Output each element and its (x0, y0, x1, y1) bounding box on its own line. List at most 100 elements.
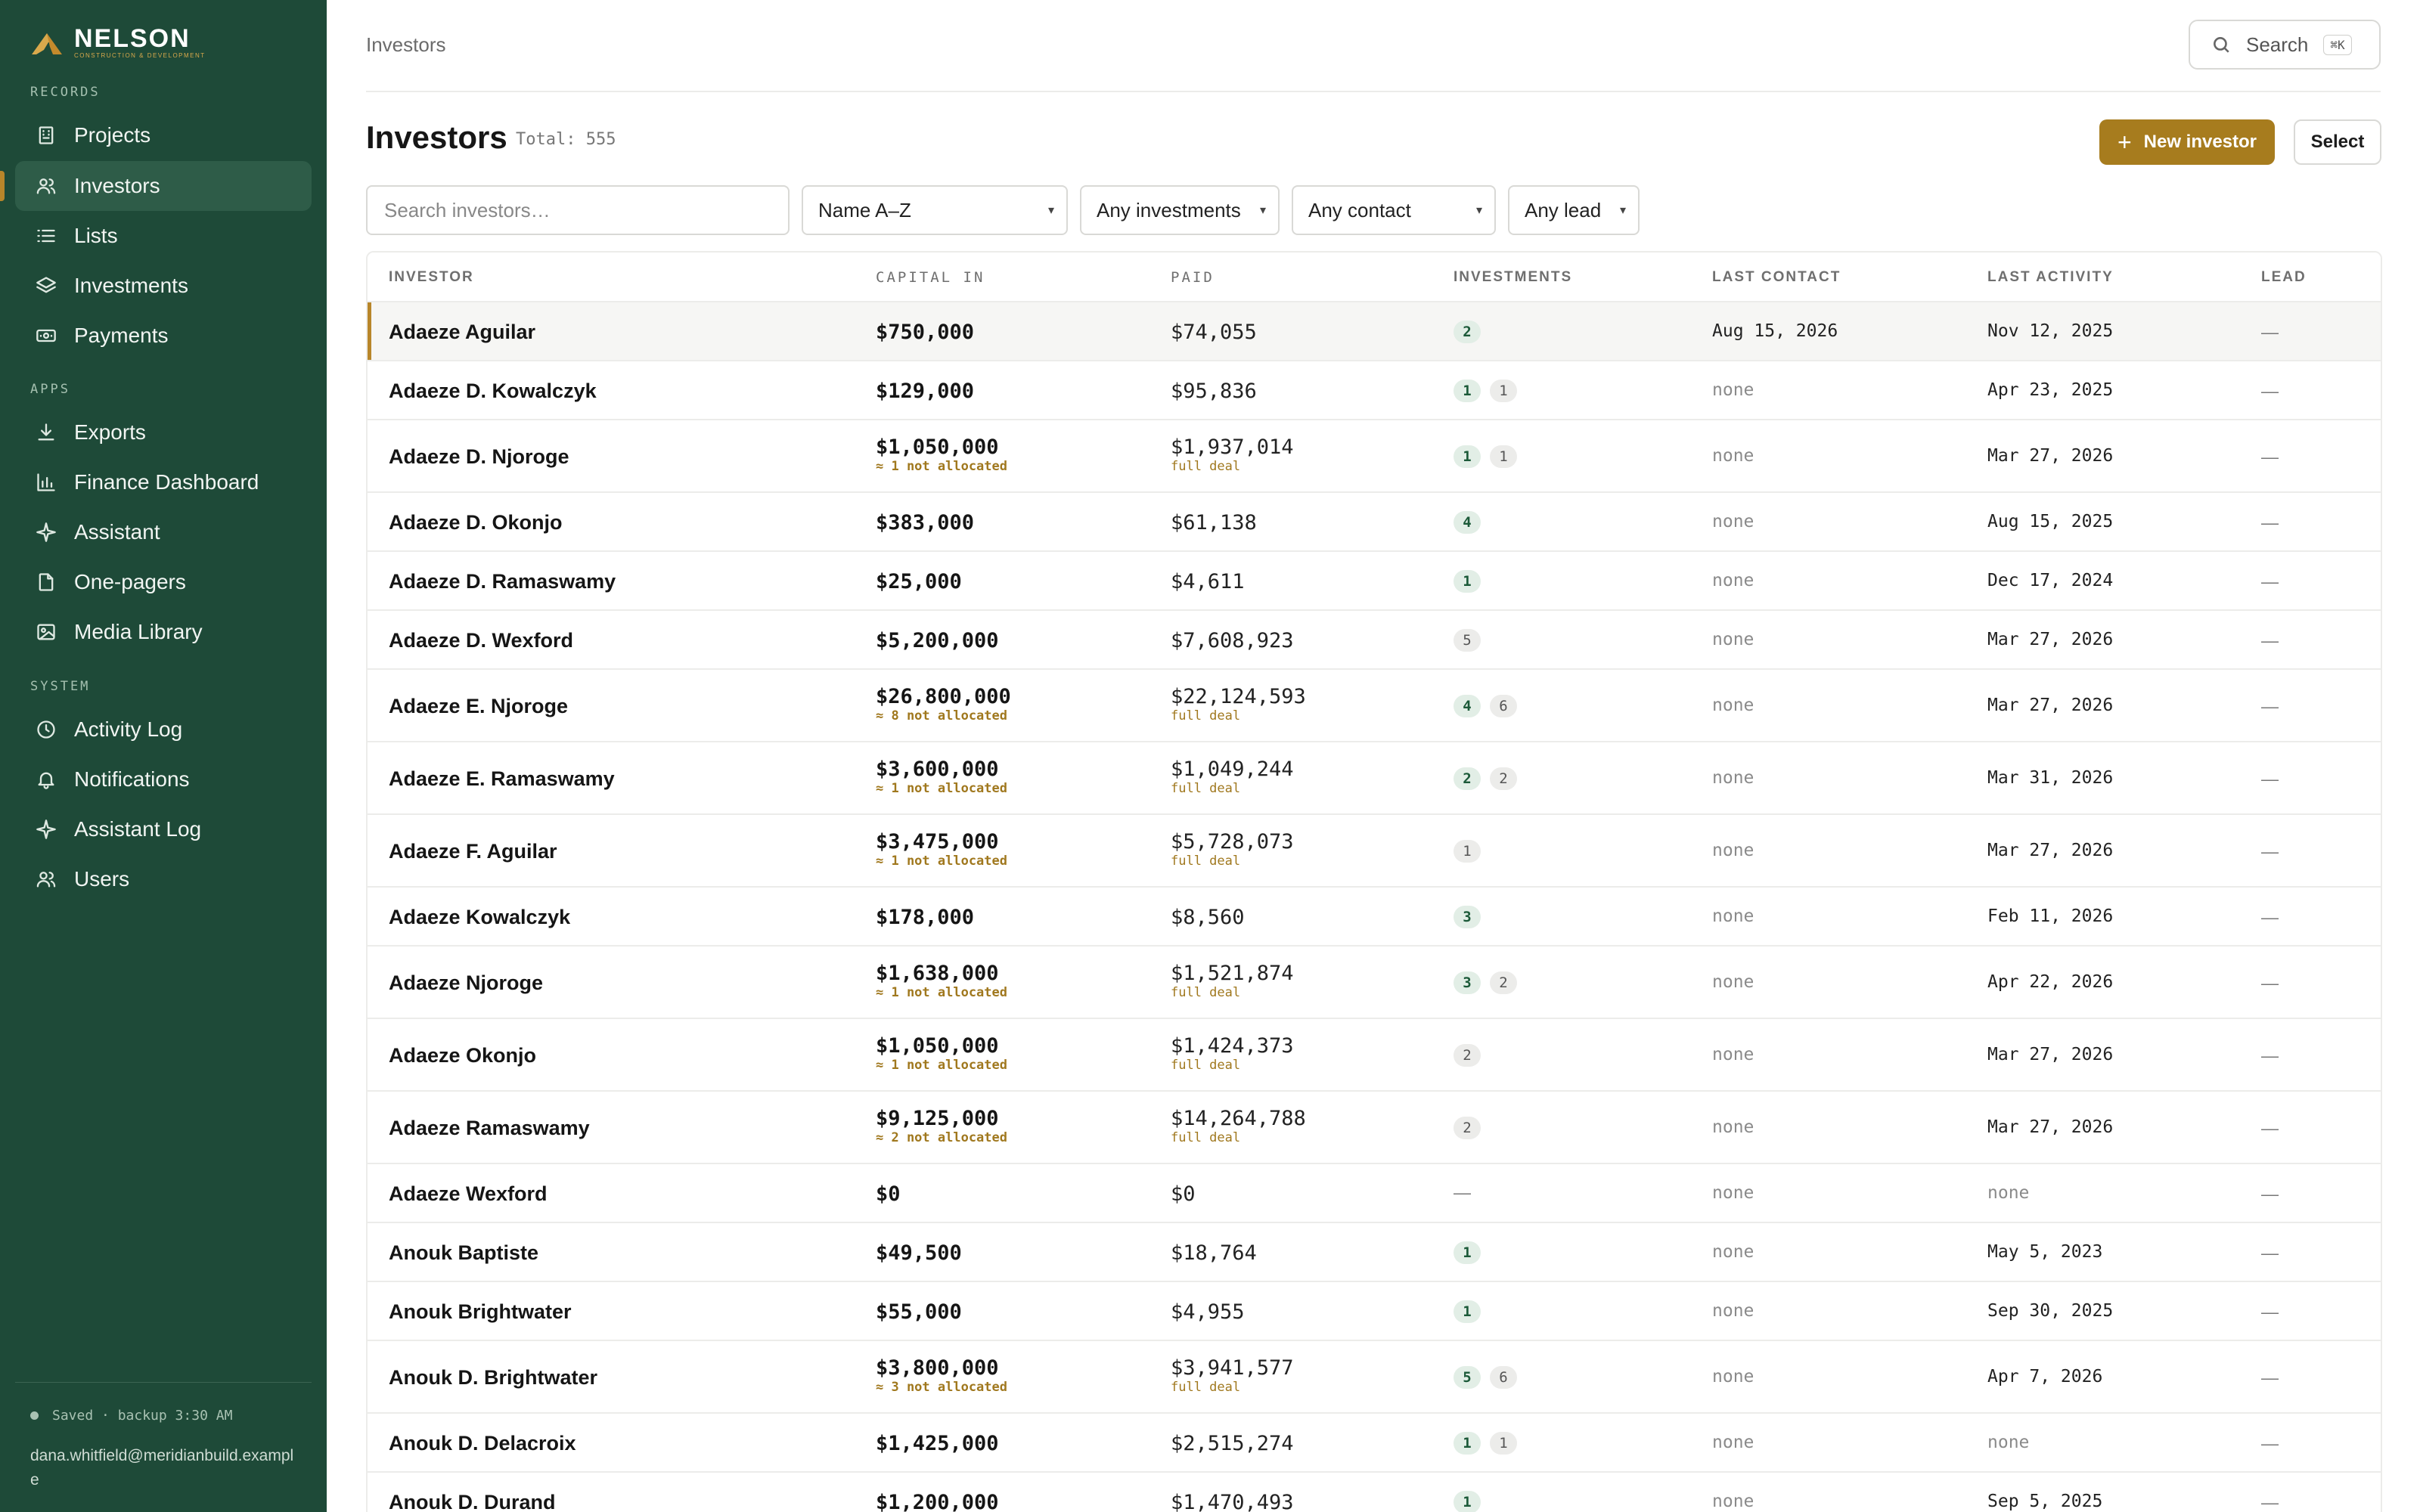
investor-name[interactable]: Anouk D. Durand (389, 1491, 556, 1512)
sidebar-item-assistant[interactable]: Assistant (15, 507, 312, 557)
investor-name[interactable]: Adaeze D. Ramaswamy (389, 570, 616, 593)
table-row[interactable]: Adaeze Kowalczyk $178,000 $8,560 3 none Feb 1… (368, 888, 2381, 947)
investment-count-badge[interactable]: 1 (1454, 1491, 1481, 1512)
investor-name[interactable]: Adaeze Aguilar (389, 321, 535, 344)
table-row[interactable]: Adaeze D. Ramaswamy $25,000 $4,611 1 none Dec… (368, 552, 2381, 611)
table-row[interactable]: Anouk D. Durand $1,200,000 $1,470,493 1 none… (368, 1473, 2381, 1512)
investor-name[interactable]: Adaeze D. Njoroge (389, 445, 569, 469)
investment-count-badge[interactable]: 6 (1490, 1366, 1517, 1389)
investment-count-badge[interactable]: 5 (1454, 1366, 1481, 1389)
sidebar-item-label: Activity Log (74, 717, 183, 741)
sidebar-item-users[interactable]: Users (15, 854, 312, 904)
table-row[interactable]: Anouk D. Brightwater $3,800,000 ≈ 3 not al… (368, 1341, 2381, 1414)
investment-count-badge[interactable]: 1 (1454, 840, 1481, 863)
investor-name[interactable]: Anouk D. Delacroix (389, 1432, 576, 1455)
investment-count-badge[interactable]: 2 (1490, 971, 1517, 994)
table-row[interactable]: Adaeze D. Kowalczyk $129,000 $95,836 1 1 none… (368, 361, 2381, 420)
lead-filter-select[interactable]: Any lead ▾ (1508, 185, 1640, 235)
sidebar-item-assistant-log[interactable]: Assistant Log (15, 804, 312, 854)
sidebar-item-one-pagers[interactable]: One-pagers (15, 557, 312, 607)
column-header-paid[interactable]: PAID (1171, 269, 1215, 286)
full-deal-note: full deal (1171, 459, 1241, 474)
investment-count-badge[interactable]: 2 (1454, 1044, 1481, 1067)
investment-count-badge[interactable]: 1 (1454, 1300, 1481, 1323)
table-row[interactable]: Anouk D. Delacroix $1,425,000 $2,515,274 1 1… (368, 1414, 2381, 1473)
brand-logo[interactable]: NELSON CONSTRUCTION & DEVELOPMENT (30, 26, 206, 59)
investment-count-badge[interactable]: 2 (1454, 321, 1481, 343)
sidebar-item-investors[interactable]: Investors (15, 161, 312, 211)
investment-count-badge[interactable]: 3 (1454, 971, 1481, 994)
table-row[interactable]: Adaeze D. Njoroge $1,050,000 ≈ 1 not alloc… (368, 420, 2381, 493)
investor-name[interactable]: Adaeze D. Wexford (389, 629, 573, 652)
investment-count-badge[interactable]: 1 (1454, 1241, 1481, 1264)
sidebar-item-notifications[interactable]: Notifications (15, 754, 312, 804)
investment-count-badge[interactable]: 1 (1454, 445, 1481, 468)
contact-filter-select[interactable]: Any contact ▾ (1292, 185, 1496, 235)
investor-search-input[interactable] (366, 185, 790, 235)
sidebar-item-lists[interactable]: Lists (15, 211, 312, 261)
investment-count-badge[interactable]: 1 (1454, 380, 1481, 402)
investment-count-badge[interactable]: 2 (1454, 767, 1481, 790)
table-row[interactable]: Anouk Brightwater $55,000 $4,955 1 none Sep 3… (368, 1282, 2381, 1341)
investor-name[interactable]: Adaeze D. Kowalczyk (389, 380, 597, 403)
investment-count-badge[interactable]: 6 (1490, 695, 1517, 717)
table-row[interactable]: Adaeze E. Ramaswamy $3,600,000 ≈ 1 not all… (368, 742, 2381, 815)
global-search-button[interactable]: Search ⌘K (2189, 20, 2381, 70)
sidebar-item-activity-log[interactable]: Activity Log (15, 705, 312, 754)
investor-name[interactable]: Adaeze Okonjo (389, 1044, 536, 1067)
investment-count-badge[interactable]: 3 (1454, 906, 1481, 928)
column-header-last-contact[interactable]: LAST CONTACT (1712, 269, 1841, 286)
investment-count-badge[interactable]: 2 (1454, 1117, 1481, 1139)
table-row[interactable]: Adaeze E. Njoroge $26,800,000 ≈ 8 not allo… (368, 670, 2381, 742)
investment-count-badge[interactable]: 4 (1454, 511, 1481, 534)
sidebar-item-investments[interactable]: Investments (15, 261, 312, 311)
column-header-capital-in[interactable]: CAPITAL IN (876, 269, 985, 286)
investor-name[interactable]: Adaeze E. Njoroge (389, 695, 568, 718)
investment-count-badge[interactable]: 1 (1490, 1432, 1517, 1455)
sidebar-item-payments[interactable]: Payments (15, 311, 312, 361)
user-email[interactable]: dana.whitfield@meridianbuild.example (30, 1444, 295, 1492)
table-row[interactable]: Adaeze D. Wexford $5,200,000 $7,608,923 5 no… (368, 611, 2381, 670)
investment-count-badge[interactable]: 1 (1454, 570, 1481, 593)
investor-name[interactable]: Adaeze E. Ramaswamy (389, 767, 615, 791)
table-row[interactable]: Adaeze D. Okonjo $383,000 $61,138 4 none Aug … (368, 493, 2381, 552)
column-header-lead[interactable]: LEAD (2261, 269, 2307, 286)
table-row[interactable]: Adaeze Njoroge $1,638,000 ≈ 1 not allocate… (368, 947, 2381, 1019)
investor-name[interactable]: Adaeze Wexford (389, 1182, 548, 1206)
table-row[interactable]: Adaeze Ramaswamy $9,125,000 ≈ 2 not alloca… (368, 1092, 2381, 1164)
sidebar-item-exports[interactable]: Exports (15, 407, 312, 457)
table-row[interactable]: Adaeze Wexford $0 $0 — none none — (368, 1164, 2381, 1223)
sidebar: NELSON CONSTRUCTION & DEVELOPMENT RECORD… (0, 0, 327, 1512)
table-row[interactable]: Adaeze Aguilar $750,000 $74,055 2 Aug 15, 20… (368, 302, 2381, 361)
sidebar-item-finance-dashboard[interactable]: Finance Dashboard (15, 457, 312, 507)
investments-filter-select[interactable]: Any investments ▾ (1080, 185, 1280, 235)
investment-count-badge[interactable]: 1 (1490, 445, 1517, 468)
table-row[interactable]: Adaeze F. Aguilar $3,475,000 ≈ 1 not alloc… (368, 815, 2381, 888)
investor-name[interactable]: Adaeze D. Okonjo (389, 511, 563, 534)
investor-name[interactable]: Anouk Baptiste (389, 1241, 538, 1265)
sidebar-item-projects[interactable]: Projects (15, 110, 312, 160)
investor-name[interactable]: Adaeze Ramaswamy (389, 1117, 590, 1140)
table-row[interactable]: Adaeze Okonjo $1,050,000 ≈ 1 not allocated… (368, 1019, 2381, 1092)
column-header-investments[interactable]: INVESTMENTS (1454, 269, 1572, 286)
column-header-last-activity[interactable]: LAST ACTIVITY (1987, 269, 2114, 286)
table-row[interactable]: Anouk Baptiste $49,500 $18,764 1 none May 5, … (368, 1223, 2381, 1282)
sidebar-item-media-library[interactable]: Media Library (15, 607, 312, 657)
investor-name[interactable]: Anouk D. Brightwater (389, 1366, 597, 1390)
lead-value: — (2261, 1368, 2279, 1387)
investor-name[interactable]: Adaeze F. Aguilar (389, 840, 557, 863)
investor-name[interactable]: Adaeze Kowalczyk (389, 906, 570, 929)
new-investor-button[interactable]: + New investor (2099, 119, 2275, 165)
investment-count-badge[interactable]: 1 (1454, 1432, 1481, 1455)
select-button[interactable]: Select (2294, 119, 2381, 165)
column-header-investor[interactable]: INVESTOR (389, 269, 474, 286)
investment-count-badge[interactable]: 2 (1490, 767, 1517, 790)
investment-count-badge[interactable]: 1 (1490, 380, 1517, 402)
capital-in-value: $9,125,000 (876, 1107, 999, 1130)
investor-name[interactable]: Adaeze Njoroge (389, 971, 543, 995)
investment-count-badge[interactable]: 5 (1454, 629, 1481, 652)
investor-name[interactable]: Anouk Brightwater (389, 1300, 572, 1324)
investment-count-badge[interactable]: 4 (1454, 695, 1481, 717)
sort-select[interactable]: Name A–Z ▾ (802, 185, 1068, 235)
breadcrumb[interactable]: Investors (366, 33, 446, 57)
